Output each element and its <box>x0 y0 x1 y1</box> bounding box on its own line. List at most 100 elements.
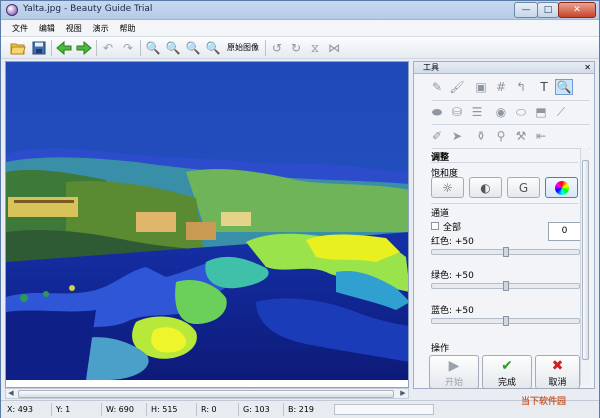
open-folder-icon[interactable] <box>10 40 26 56</box>
title-bar[interactable]: Yalta.jpg - Beauty Guide Trial — □ ✕ <box>1 1 599 20</box>
status-width: W: 690 <box>106 405 134 414</box>
tools-panel: 工具 ✕ ✎ 🖌 ▣ # ↰ T 🔍 ⬬ ⛁ ☰ ◉ ⬭ ⬒ ⟋ ✐ ➤ ⚱ ⚲… <box>413 61 595 389</box>
zoom-out-icon[interactable]: 🔍 <box>165 40 181 56</box>
adjust-search-icon[interactable]: 🔍 <box>555 79 573 95</box>
contrast-button[interactable]: ◐ <box>469 177 502 198</box>
flip-horizontal-icon[interactable]: ⋈ <box>326 40 342 56</box>
tools-panel-close-icon[interactable]: ✕ <box>584 62 591 73</box>
save-icon[interactable] <box>31 40 47 56</box>
menu-view[interactable]: 视图 <box>62 20 86 37</box>
zoom-actual-icon[interactable]: 🔍 <box>205 40 221 56</box>
dropper-icon[interactable]: ⚲ <box>492 128 510 144</box>
rotate-right-icon[interactable]: ↻ <box>288 40 304 56</box>
eraser-icon[interactable]: ⬬ <box>428 104 446 120</box>
watermark-text: 当下软件园 <box>521 397 567 407</box>
undo-icon[interactable]: ↶ <box>100 40 116 56</box>
blue-label: 蓝色: +50 <box>431 306 474 316</box>
stamp-icon[interactable]: ⛁ <box>448 104 466 120</box>
status-x: X: 493 <box>7 405 33 414</box>
zoom-in-icon[interactable]: 🔍 <box>145 40 161 56</box>
contrast-icon: ◐ <box>480 180 491 195</box>
eye-icon[interactable]: ◉ <box>492 104 510 120</box>
start-button[interactable]: ▶ 开始 <box>429 355 479 389</box>
hammer-icon[interactable]: ⚒ <box>512 128 530 144</box>
operation-label: 操作 <box>431 344 450 354</box>
scroll-right-icon[interactable]: ▶ <box>398 389 408 398</box>
window-title: Yalta.jpg - Beauty Guide Trial <box>23 4 153 14</box>
panel-vertical-scrollbar[interactable] <box>580 148 589 385</box>
status-green: G: 103 <box>243 405 270 414</box>
redo-icon[interactable]: ↷ <box>120 40 136 56</box>
scroll-left-icon[interactable]: ◀ <box>6 389 16 398</box>
blue-slider-knob[interactable] <box>503 316 509 326</box>
original-image-button[interactable]: 原始图像 <box>227 42 259 53</box>
status-progress <box>334 404 434 415</box>
menu-help[interactable]: 帮助 <box>116 20 140 37</box>
color-wheel-button[interactable] <box>545 177 578 198</box>
status-y: Y: 1 <box>56 405 71 414</box>
close-button[interactable]: ✕ <box>558 2 596 18</box>
pencil-icon[interactable]: ✎ <box>428 79 446 95</box>
start-label: 开始 <box>444 378 463 388</box>
zoom-fit-icon[interactable]: 🔍 <box>185 40 201 56</box>
minimize-button[interactable]: — <box>514 2 538 18</box>
sun-icon: ☼ <box>442 180 453 195</box>
back-arrow-icon[interactable] <box>56 40 72 56</box>
status-red: R: 0 <box>201 405 217 414</box>
toolbar: ↶ ↷ 🔍 🔍 🔍 🔍 原始图像 ↺ ↻ ⧖ ⋈ <box>1 37 599 59</box>
cross-icon: ✖ <box>551 358 564 374</box>
smudge-icon[interactable]: ➤ <box>448 128 466 144</box>
menu-file[interactable]: 文件 <box>8 20 32 37</box>
flip-vertical-icon[interactable]: ⧖ <box>307 40 323 56</box>
text-icon[interactable]: T <box>535 79 553 95</box>
blob-icon[interactable]: ⬭ <box>512 104 530 120</box>
color-wheel-icon <box>554 180 569 195</box>
all-channels-label: 全部 <box>443 223 462 233</box>
horizontal-scrollbar[interactable]: ◀ ▶ <box>5 388 409 399</box>
cancel-label: 取消 <box>548 378 567 388</box>
red-label: 红色: +50 <box>431 237 474 247</box>
layers-icon[interactable]: ☰ <box>468 104 486 120</box>
pen-icon[interactable]: ✐ <box>428 128 446 144</box>
status-bar: X: 493 Y: 1 W: 690 H: 515 R: 0 G: 103 B:… <box>1 400 599 418</box>
play-icon: ▶ <box>448 358 460 374</box>
done-button[interactable]: ✔ 完成 <box>482 355 532 389</box>
all-channels-checkbox[interactable] <box>431 222 439 230</box>
blue-slider[interactable] <box>431 316 580 326</box>
status-blue: B: 219 <box>288 405 314 414</box>
menu-bar: 文件 编辑 视图 演示 帮助 <box>1 20 599 37</box>
green-label: 绿色: +50 <box>431 271 474 281</box>
menu-show[interactable]: 演示 <box>89 20 113 37</box>
red-slider-knob[interactable] <box>503 247 509 257</box>
red-slider[interactable] <box>431 247 580 257</box>
needle-icon[interactable]: ⟋ <box>552 104 570 120</box>
tools-panel-title: 工具 <box>423 63 439 72</box>
done-label: 完成 <box>497 378 516 388</box>
check-icon: ✔ <box>501 358 513 374</box>
cancel-button[interactable]: ✖ 取消 <box>535 355 580 389</box>
grayscale-button[interactable]: G <box>507 177 540 198</box>
menu-edit[interactable]: 编辑 <box>35 20 59 37</box>
brightness-button[interactable]: ☼ <box>431 177 464 198</box>
green-slider-knob[interactable] <box>503 281 509 291</box>
panel-scroll-thumb[interactable] <box>582 160 589 360</box>
photo-yalta <box>6 62 408 380</box>
tag-icon[interactable]: ⬒ <box>532 104 550 120</box>
bottle-icon[interactable]: ⚱ <box>472 128 490 144</box>
brush-icon[interactable]: 🖌 <box>448 79 466 95</box>
image-canvas[interactable] <box>5 61 409 388</box>
merge-icon[interactable]: ⇤ <box>532 128 550 144</box>
maximize-button[interactable]: □ <box>537 2 559 18</box>
app-window: Yalta.jpg - Beauty Guide Trial — □ ✕ 文件 … <box>0 0 600 418</box>
all-channels-value-input[interactable]: 0 <box>548 222 581 241</box>
horizontal-scroll-thumb[interactable] <box>18 390 394 398</box>
grid-icon[interactable]: # <box>492 79 510 95</box>
forward-arrow-icon[interactable] <box>76 40 92 56</box>
rotate-left-icon[interactable]: ↺ <box>269 40 285 56</box>
crop-icon[interactable]: ▣ <box>472 79 490 95</box>
channel-label: 通道 <box>431 209 450 219</box>
tools-panel-header: 工具 ✕ <box>414 62 594 74</box>
grayscale-icon: G <box>518 180 529 195</box>
return-icon[interactable]: ↰ <box>512 79 530 95</box>
green-slider[interactable] <box>431 281 580 291</box>
